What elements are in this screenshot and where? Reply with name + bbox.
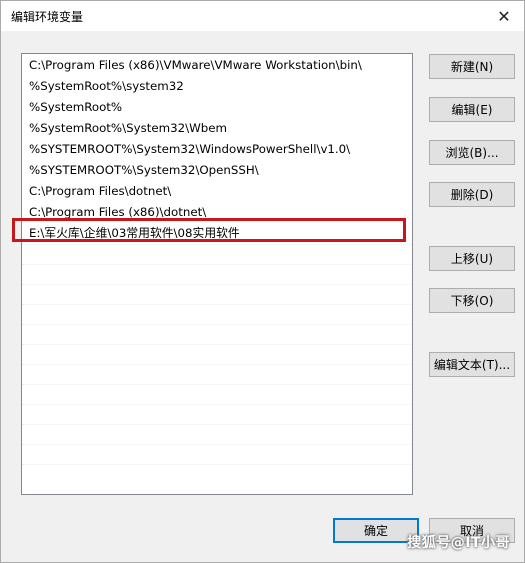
list-item[interactable]: %SystemRoot%\System32\Wbem: [22, 118, 412, 139]
watermark: 搜狐号@IT小哥: [407, 535, 510, 551]
empty-list-row: [22, 404, 412, 424]
title-bar: 编辑环境变量 ✕: [1, 1, 524, 31]
empty-list-row: [22, 284, 412, 304]
empty-list-row: [22, 324, 412, 344]
empty-list-row: [22, 244, 412, 264]
list-item[interactable]: C:\Program Files (x86)\dotnet\: [22, 202, 412, 223]
empty-list-row: [22, 464, 412, 484]
delete-button[interactable]: 删除(D): [429, 182, 515, 207]
empty-list-row: [22, 344, 412, 364]
edit-button[interactable]: 编辑(E): [429, 97, 515, 122]
list-item[interactable]: %SystemRoot%\system32: [22, 76, 412, 97]
edit-env-variable-dialog: 编辑环境变量 ✕ C:\Program Files (x86)\VMware\V…: [0, 0, 525, 563]
close-button[interactable]: ✕: [484, 1, 524, 31]
window-title: 编辑环境变量: [11, 10, 84, 24]
empty-list-row: [22, 424, 412, 444]
edit-text-button[interactable]: 编辑文本(T)...: [429, 352, 515, 377]
path-list[interactable]: C:\Program Files (x86)\VMware\VMware Wor…: [21, 53, 413, 495]
empty-list-row: [22, 384, 412, 404]
browse-button[interactable]: 浏览(B)...: [429, 140, 515, 165]
move-up-button[interactable]: 上移(U): [429, 246, 515, 271]
empty-list-row: [22, 364, 412, 384]
list-item[interactable]: %SYSTEMROOT%\System32\OpenSSH\: [22, 160, 412, 181]
list-item[interactable]: C:\Program Files\dotnet\: [22, 181, 412, 202]
list-item[interactable]: %SystemRoot%: [22, 97, 412, 118]
move-down-button[interactable]: 下移(O): [429, 288, 515, 313]
close-icon: ✕: [497, 6, 511, 26]
new-button[interactable]: 新建(N): [429, 54, 515, 79]
empty-list-row: [22, 304, 412, 324]
list-item[interactable]: C:\Program Files (x86)\VMware\VMware Wor…: [22, 55, 412, 76]
empty-list-row: [22, 264, 412, 284]
list-item[interactable]: %SYSTEMROOT%\System32\WindowsPowerShell\…: [22, 139, 412, 160]
list-item-selected[interactable]: E:\军火库\企维\03常用软件\08实用软件: [22, 223, 412, 244]
empty-list-row: [22, 444, 412, 464]
